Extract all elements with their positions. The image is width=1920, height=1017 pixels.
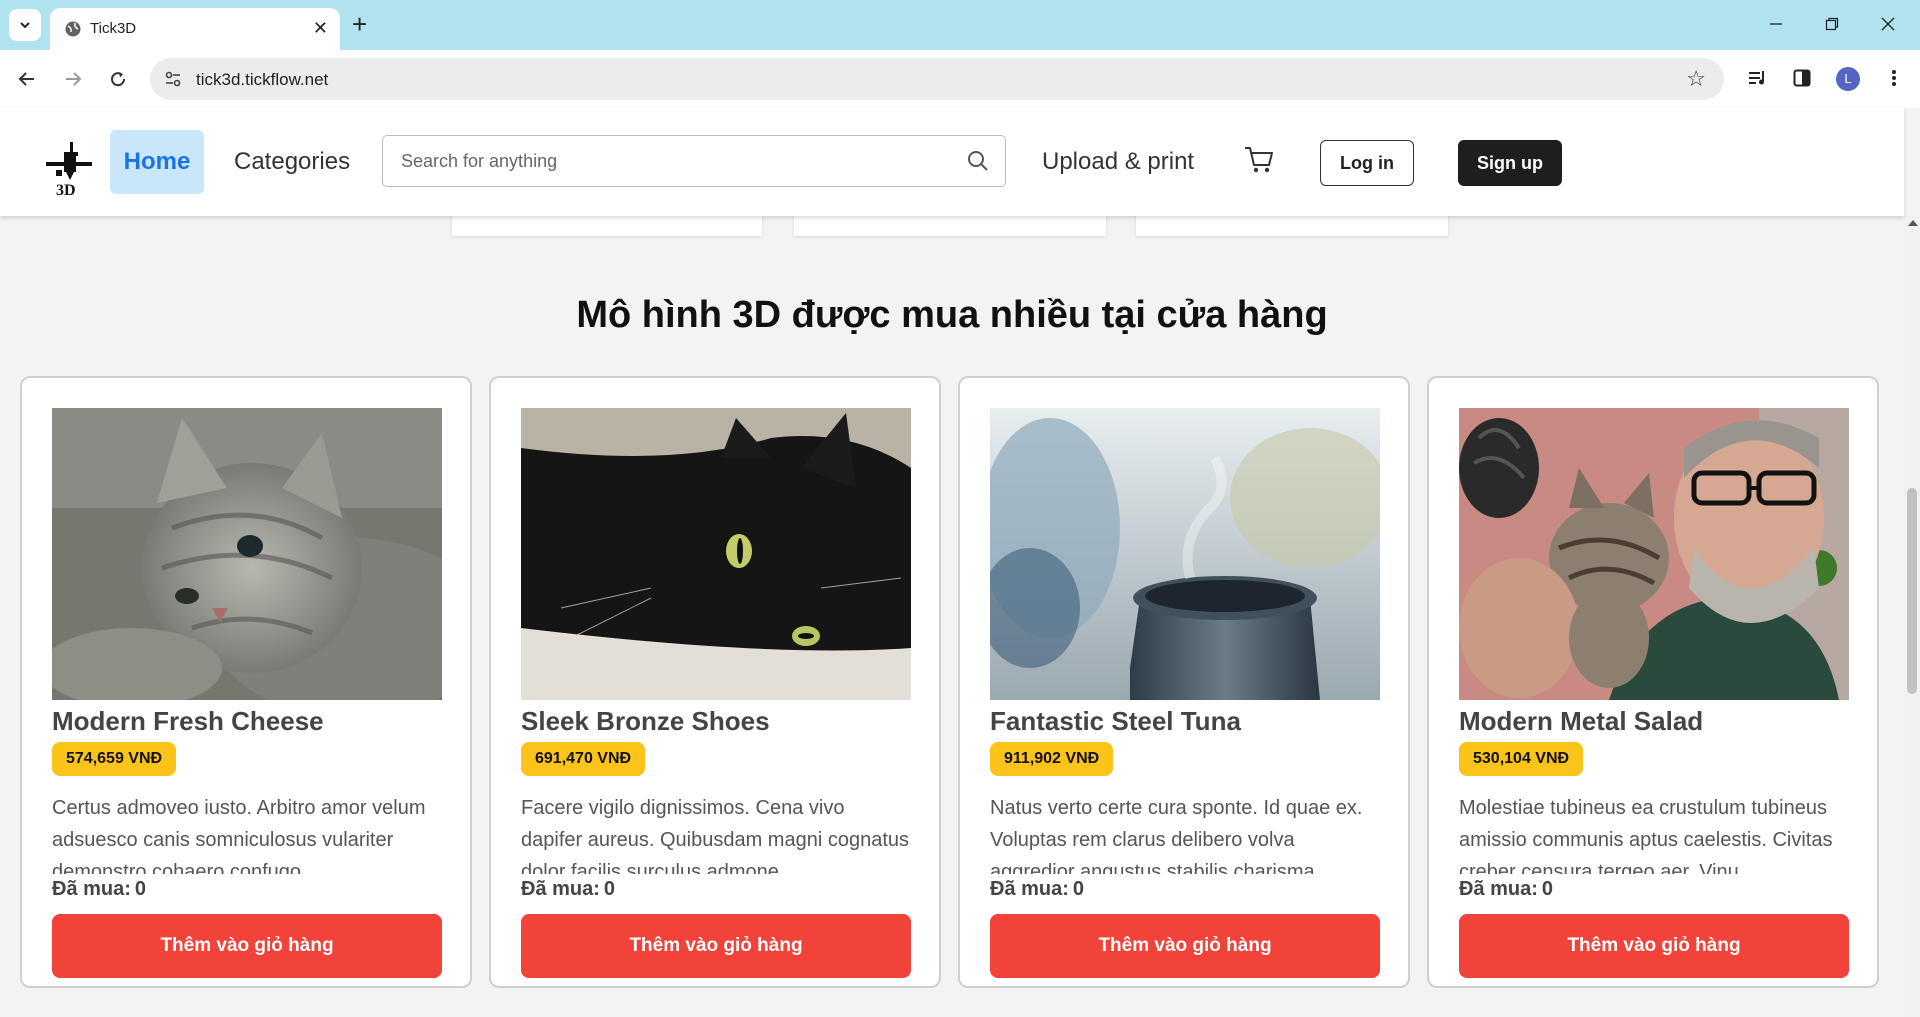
browser-tab-strip: Tick3D ✕ + bbox=[0, 0, 1920, 50]
product-card[interactable]: Fantastic Steel Tuna 911,902 VNĐ Natus v… bbox=[958, 376, 1410, 988]
product-description: Facere vigilo dignissimos. Cena vivo dap… bbox=[521, 797, 910, 874]
scroll-up-arrow-icon[interactable] bbox=[1908, 220, 1918, 226]
sold-count: Đã mua: 0 bbox=[990, 878, 1084, 901]
product-name[interactable]: Modern Fresh Cheese bbox=[52, 706, 324, 737]
sold-value: 0 bbox=[1541, 878, 1554, 900]
profile-avatar[interactable]: L bbox=[1836, 67, 1860, 91]
section-title: Mô hình 3D được mua nhiều tại cửa hàng bbox=[576, 294, 1328, 336]
sold-count: Đã mua: 0 bbox=[1459, 878, 1553, 901]
cart-icon[interactable] bbox=[1244, 146, 1274, 174]
browser-tab[interactable]: Tick3D ✕ bbox=[50, 8, 340, 50]
side-panel-icon[interactable] bbox=[1788, 64, 1816, 92]
page-content: Mô hình 3D được mua nhiều tại cửa hàng M… bbox=[0, 108, 1904, 1017]
site-header: 3D Home Categories Upload & print Log in… bbox=[0, 108, 1904, 216]
tab-title: Tick3D bbox=[90, 20, 137, 37]
product-image[interactable] bbox=[1459, 408, 1849, 700]
forward-icon[interactable] bbox=[58, 64, 88, 94]
scrollbar-thumb[interactable] bbox=[1907, 488, 1917, 694]
product-name[interactable]: Fantastic Steel Tuna bbox=[990, 706, 1241, 737]
address-toolbar: tick3d.tickflow.net ☆ L bbox=[0, 50, 1920, 108]
globe-icon bbox=[65, 21, 81, 37]
product-image[interactable] bbox=[990, 408, 1380, 700]
sold-value: 0 bbox=[603, 878, 616, 900]
add-to-cart-button[interactable]: Thêm vào giỏ hàng bbox=[1459, 914, 1849, 978]
close-window-icon[interactable] bbox=[1876, 12, 1900, 36]
sold-count: Đã mua: 0 bbox=[521, 878, 615, 901]
page-scrollbar[interactable] bbox=[1904, 216, 1920, 1017]
price-badge: 911,902 VNĐ bbox=[990, 742, 1114, 776]
nav-categories[interactable]: Categories bbox=[234, 148, 350, 176]
svg-text:3D: 3D bbox=[56, 182, 76, 198]
nav-home[interactable]: Home bbox=[110, 130, 204, 194]
add-to-cart-button[interactable]: Thêm vào giỏ hàng bbox=[52, 914, 442, 978]
omnibox[interactable]: tick3d.tickflow.net ☆ bbox=[150, 58, 1724, 100]
site-settings-icon[interactable] bbox=[164, 70, 182, 88]
product-card[interactable]: Sleek Bronze Shoes 691,470 VNĐ Facere vi… bbox=[489, 376, 941, 988]
chevron-down-icon bbox=[20, 22, 30, 29]
sold-count: Đã mua: 0 bbox=[52, 878, 146, 901]
minimize-icon[interactable] bbox=[1764, 12, 1788, 36]
search-icon[interactable] bbox=[967, 150, 989, 172]
product-description: Molestiae tubineus ea crustulum tubineus… bbox=[1459, 797, 1833, 874]
sold-value: 0 bbox=[1072, 878, 1085, 900]
search-box[interactable] bbox=[382, 135, 1006, 187]
login-button[interactable]: Log in bbox=[1320, 140, 1414, 186]
add-to-cart-button[interactable]: Thêm vào giỏ hàng bbox=[521, 914, 911, 978]
product-image[interactable] bbox=[52, 408, 442, 700]
media-controls-icon[interactable] bbox=[1744, 64, 1772, 92]
price-badge: 530,104 VNĐ bbox=[1459, 742, 1584, 776]
signup-button[interactable]: Sign up bbox=[1458, 140, 1562, 186]
tab-search-button[interactable] bbox=[9, 9, 41, 41]
close-tab-icon[interactable]: ✕ bbox=[313, 18, 328, 38]
sold-label: Đã mua: bbox=[521, 878, 600, 900]
product-description: Natus verto certe cura sponte. Id quae e… bbox=[990, 797, 1363, 874]
tick3d-logo[interactable]: 3D bbox=[44, 140, 94, 199]
add-to-cart-button[interactable]: Thêm vào giỏ hàng bbox=[990, 914, 1380, 978]
search-input[interactable] bbox=[399, 150, 963, 173]
price-badge: 691,470 VNĐ bbox=[521, 742, 646, 776]
restore-icon[interactable] bbox=[1820, 12, 1844, 36]
nav-upload-print[interactable]: Upload & print bbox=[1042, 148, 1194, 176]
sold-value: 0 bbox=[134, 878, 147, 900]
product-description: Certus admoveo iusto. Arbitro amor velum… bbox=[52, 797, 426, 874]
new-tab-button[interactable]: + bbox=[352, 11, 367, 37]
product-name[interactable]: Sleek Bronze Shoes bbox=[521, 706, 770, 737]
bookmark-star-icon[interactable]: ☆ bbox=[1686, 66, 1706, 92]
product-image[interactable] bbox=[521, 408, 911, 700]
product-name[interactable]: Modern Metal Salad bbox=[1459, 706, 1703, 737]
price-badge: 574,659 VNĐ bbox=[52, 742, 177, 776]
reload-icon[interactable] bbox=[103, 64, 133, 94]
sold-label: Đã mua: bbox=[52, 878, 131, 900]
url-text: tick3d.tickflow.net bbox=[196, 70, 329, 89]
sold-label: Đã mua: bbox=[990, 878, 1069, 900]
product-card[interactable]: Modern Fresh Cheese 574,659 VNĐ Certus a… bbox=[20, 376, 472, 988]
more-menu-icon[interactable] bbox=[1880, 64, 1908, 92]
product-card[interactable]: Modern Metal Salad 530,104 VNĐ Molestiae… bbox=[1427, 376, 1879, 988]
sold-label: Đã mua: bbox=[1459, 878, 1538, 900]
back-icon[interactable] bbox=[12, 64, 42, 94]
